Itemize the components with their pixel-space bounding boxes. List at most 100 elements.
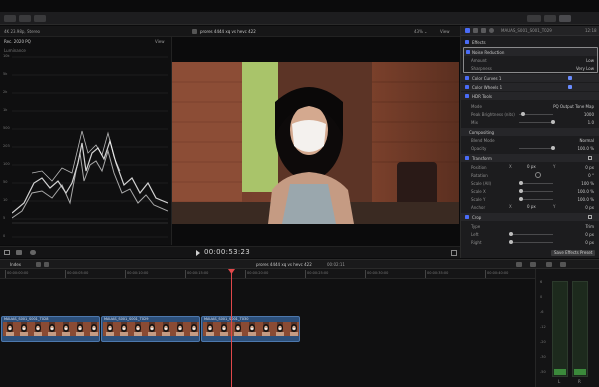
browser-icon[interactable]	[544, 15, 556, 22]
crop-left-slider[interactable]	[509, 233, 553, 235]
color-curves-checkbox[interactable]	[465, 76, 469, 80]
play-icon[interactable]	[196, 250, 200, 256]
scale-all-slider[interactable]	[519, 182, 553, 184]
clip-appearance-icon[interactable]	[530, 262, 536, 267]
noise-reduction-checkbox[interactable]	[466, 50, 470, 54]
hdr-mix-slider-knob[interactable]	[551, 120, 555, 124]
crop-right-value[interactable]: 0 px	[585, 240, 594, 245]
timecode-display[interactable]: 00:00:53:23	[204, 249, 250, 256]
crop-right-slider-knob[interactable]	[509, 240, 513, 244]
hdr-peak-value[interactable]: 1000	[584, 112, 594, 117]
crop-type-row: Type Trim	[461, 222, 599, 230]
color-wheels-checkbox[interactable]	[465, 85, 469, 89]
project-name[interactable]: prores 4444 xq vs hevc 422	[256, 263, 312, 267]
audio-skimming-icon[interactable]	[516, 262, 522, 267]
color-curves-swatch-icon[interactable]	[568, 76, 572, 80]
nr-amount-select[interactable]: Low	[586, 58, 594, 63]
scale-y-slider[interactable]	[519, 198, 553, 200]
timeline-clip-1[interactable]: MAUAS_S001_S001_T028	[1, 316, 100, 342]
fullscreen-icon[interactable]	[451, 250, 457, 256]
transform-checkbox[interactable]	[465, 156, 469, 160]
opacity-value[interactable]: 100.0 %	[577, 146, 594, 151]
inspector-icon[interactable]	[559, 15, 571, 22]
scale-x-value[interactable]: 100.0 %	[577, 189, 594, 194]
hdr-mode-select[interactable]: PQ Output Tone Map	[553, 104, 594, 109]
timeline-ruler[interactable]: 00:00:00:00 00:00:05:00 00:00:10:00 00:00:1…	[0, 269, 568, 279]
hdr-tools-checkbox[interactable]	[465, 94, 469, 98]
crop-onscreen-icon[interactable]	[588, 215, 592, 219]
audio-inspector-icon[interactable]	[481, 28, 486, 33]
position-x-value[interactable]: 0 px	[527, 165, 536, 169]
color-inspector-icon[interactable]	[473, 28, 478, 33]
crop-type-select[interactable]: Trim	[585, 224, 594, 229]
crop-left-value[interactable]: 0 px	[585, 232, 594, 237]
clip-thumbnail	[145, 322, 159, 336]
crop-right-slider[interactable]	[509, 241, 553, 243]
info-inspector-icon[interactable]	[489, 28, 494, 33]
scope-view-menu[interactable]: View	[155, 40, 165, 44]
zoom-menu[interactable]: 43%	[414, 30, 423, 34]
layout-icon[interactable]	[527, 15, 541, 22]
crop-checkbox[interactable]	[465, 215, 469, 219]
crop-left-slider-knob[interactable]	[509, 232, 513, 236]
effects-section-header[interactable]: Effects	[461, 38, 599, 46]
timeline-clip-2[interactable]: MAUAS_S001_S001_T029	[101, 316, 200, 342]
nr-sharpness-row: Sharpness Very Low	[461, 64, 599, 72]
back-icon[interactable]	[36, 262, 41, 267]
video-inspector-icon[interactable]	[465, 28, 470, 33]
background-tasks-icon[interactable]	[34, 15, 46, 22]
noise-reduction-header[interactable]: Noise Reduction	[464, 48, 597, 56]
hdr-mix-value[interactable]: 1.0	[588, 120, 594, 125]
ruler-mark-label: 00:00:40:00	[487, 271, 509, 275]
rotation-value[interactable]: 0 °	[588, 173, 594, 178]
effects-checkbox[interactable]	[465, 40, 469, 44]
blend-mode-select[interactable]: Normal	[580, 138, 594, 143]
scale-x-slider[interactable]	[519, 190, 553, 192]
ruler-tick	[185, 270, 186, 278]
scale-y-value[interactable]: 100.0 %	[577, 197, 594, 202]
meter-scale-label: -12	[540, 325, 546, 329]
transform-tool-icon[interactable]	[4, 250, 10, 255]
enhance-icon[interactable]	[16, 250, 22, 255]
scale-x-slider-knob[interactable]	[519, 189, 523, 193]
video-frame[interactable]	[172, 62, 459, 224]
scale-all-slider-knob[interactable]	[519, 181, 523, 185]
scale-all-value[interactable]: 100 %	[581, 181, 594, 186]
effect-item-hdr-tools[interactable]: HDR Tools	[461, 92, 599, 100]
hdr-peak-slider-knob[interactable]	[521, 112, 525, 116]
color-wheels-swatch-icon[interactable]	[568, 85, 572, 89]
position-y-value[interactable]: 0 px	[585, 165, 594, 170]
opacity-slider-knob[interactable]	[551, 146, 555, 150]
inspector-tabbar: MAUAS_S001_S001_T029 12:18	[461, 26, 599, 36]
rotation-dial-icon[interactable]	[535, 172, 541, 178]
playhead[interactable]	[231, 269, 232, 387]
anchor-y-axis: Y	[553, 204, 556, 209]
transform-header[interactable]: Transform	[461, 154, 599, 162]
compositing-header[interactable]: Compositing	[461, 128, 599, 136]
transport-bar: 00:00:53:23	[0, 246, 460, 258]
keywords-icon[interactable]	[19, 15, 31, 22]
view-menu[interactable]: View	[440, 30, 450, 34]
anchor-y-value[interactable]: 0 px	[585, 205, 594, 210]
forward-icon[interactable]	[44, 262, 49, 267]
hdr-mix-slider[interactable]	[519, 121, 553, 123]
nr-sharpness-select[interactable]: Very Low	[576, 66, 594, 71]
effect-item-color-curves[interactable]: Color Curves 1	[461, 74, 599, 82]
transform-onscreen-icon[interactable]	[588, 156, 592, 160]
crop-header[interactable]: Crop	[461, 213, 599, 221]
effect-item-color-wheels[interactable]: Color Wheels 1	[461, 83, 599, 91]
scale-y-slider-knob[interactable]	[519, 197, 523, 201]
transitions-browser-icon[interactable]	[560, 262, 566, 267]
save-effects-preset-button[interactable]: Save Effects Preset	[551, 250, 596, 256]
clip-thumbnail	[159, 322, 173, 336]
noise-reduction-label: Noise Reduction	[472, 50, 505, 55]
timeline-clip-3[interactable]: MAUAS_S001_S001_T030	[201, 316, 300, 342]
import-icon[interactable]	[4, 15, 16, 22]
speed-icon[interactable]	[30, 250, 36, 255]
scale-x-label: Scale X	[471, 189, 486, 194]
scope-tick-label: 10k	[3, 54, 10, 58]
opacity-slider[interactable]	[519, 147, 553, 149]
effects-browser-icon[interactable]	[546, 262, 552, 267]
index-button[interactable]: Index	[10, 263, 21, 267]
anchor-x-value[interactable]: 0 px	[527, 205, 536, 209]
